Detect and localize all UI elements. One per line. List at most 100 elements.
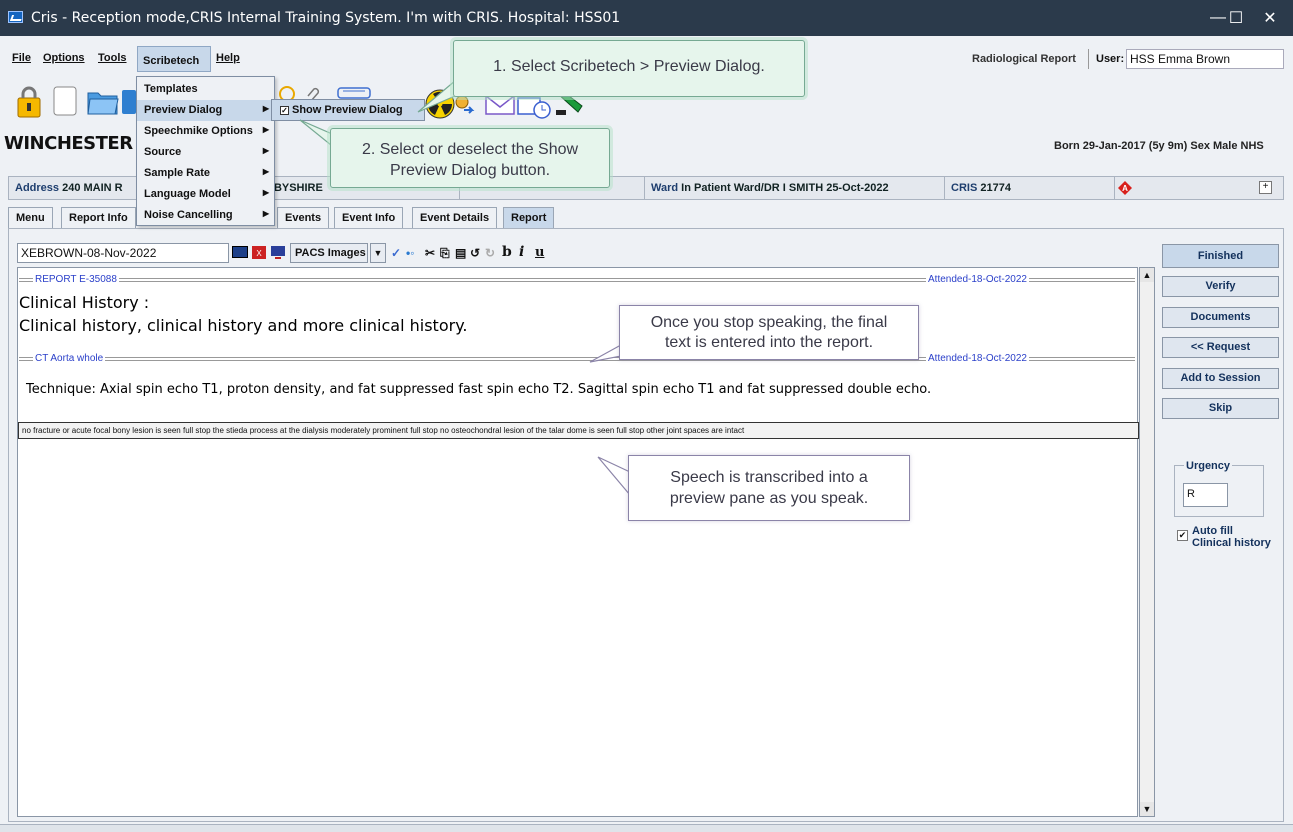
submenu-arrow-icon: ▶ xyxy=(262,209,269,218)
sex-value: Male xyxy=(1213,140,1238,152)
menu-item-sample-rate[interactable]: Sample Rate ▶ xyxy=(137,163,274,184)
tab-report-info[interactable]: Report Info xyxy=(61,207,136,228)
verify-button[interactable]: Verify xyxy=(1162,276,1279,297)
cris-label: CRIS xyxy=(951,182,978,194)
menu-file[interactable]: File xyxy=(12,52,31,64)
submenu-show-preview-dialog[interactable]: ✓ Show Preview Dialog xyxy=(271,99,425,121)
callout-speech-line1: Speech is transcribed into a xyxy=(670,469,868,486)
copy-icon[interactable]: ⎘ xyxy=(440,246,450,261)
monitor-icon[interactable] xyxy=(270,245,286,260)
menu-item-noise-cancelling[interactable]: Noise Cancelling ▶ xyxy=(137,205,274,226)
svg-text:A: A xyxy=(1122,184,1128,193)
documents-button[interactable]: Documents xyxy=(1162,307,1279,328)
tab-event-info[interactable]: Event Info xyxy=(334,207,404,228)
finished-button[interactable]: Finished xyxy=(1162,244,1279,268)
tab-menu[interactable]: Menu xyxy=(8,207,53,228)
callout-final-text: Once you stop speaking, the final text i… xyxy=(619,305,919,360)
ward-cell: Ward In Patient Ward/DR I SMITH 25-Oct-2… xyxy=(645,177,945,199)
tab-event-details[interactable]: Event Details xyxy=(412,207,498,228)
scribetech-menu: Templates Preview Dialog ▶ Speechmike Opt… xyxy=(136,76,275,226)
maximize-button[interactable]: ☐ xyxy=(1225,0,1247,36)
address-value: 240 MAIN R xyxy=(62,182,123,194)
radiation-icon[interactable] xyxy=(424,88,455,119)
underline-icon[interactable]: u xyxy=(535,245,544,260)
menu-item-preview-dialog[interactable]: Preview Dialog ▶ xyxy=(137,100,274,121)
undo-icon[interactable]: ↺ xyxy=(470,246,480,260)
menu-tools[interactable]: Tools xyxy=(98,52,127,64)
vertical-scrollbar[interactable]: ▲ ▼ xyxy=(1139,267,1155,817)
autofill-label-line1: Auto fill xyxy=(1192,525,1233,537)
spellcheck-icon[interactable]: ✓ xyxy=(391,246,401,260)
autofill-label-line2: Clinical history xyxy=(1192,537,1271,549)
callout-step2-line1: 2. Select or deselect the Show xyxy=(361,141,579,158)
ward-label: Ward xyxy=(651,182,679,194)
technique-text: Technique: Axial spin echo T1, proton de… xyxy=(26,382,932,397)
urgency-title: Urgency xyxy=(1184,460,1233,472)
lock-icon[interactable] xyxy=(14,85,44,118)
cris-cell: CRIS 21774 xyxy=(945,177,1115,199)
cut-icon[interactable]: ✂ xyxy=(425,246,435,260)
menu-options[interactable]: Options xyxy=(43,52,85,64)
window-minimize-icon xyxy=(1179,0,1225,36)
scroll-down-icon[interactable]: ▼ xyxy=(1140,802,1154,816)
keyboard-icon[interactable] xyxy=(232,246,248,258)
divider xyxy=(1088,49,1089,69)
autofill-label: Auto fill Clinical history xyxy=(1192,525,1271,549)
redo-icon[interactable]: ↻ xyxy=(485,246,495,260)
pacs-images-button[interactable]: PACS Images xyxy=(290,243,368,263)
clinical-history-text: Clinical history, clinical history and m… xyxy=(19,316,468,335)
submenu-arrow-icon: ▶ xyxy=(262,188,269,197)
section-label: REPORT E-35088 xyxy=(33,274,119,285)
nodes-icon[interactable]: •◦ xyxy=(406,246,414,260)
add-to-session-button[interactable]: Add to Session xyxy=(1162,368,1279,389)
document-id-field[interactable]: XEBROWN-08-Nov-2022 xyxy=(17,243,229,263)
menu-item-language-model[interactable]: Language Model ▶ xyxy=(137,184,274,205)
hospital-name: WINCHESTER xyxy=(4,133,133,154)
section-attended: Attended-18-Oct-2022 xyxy=(926,353,1029,364)
expand-icon[interactable]: + xyxy=(1259,181,1272,194)
patient-demographics: Born 29-Jan-2017 (5y 9m) Sex Male NHS xyxy=(1054,140,1264,152)
request-button[interactable]: << Request xyxy=(1162,337,1279,358)
paste-icon[interactable]: ▤ xyxy=(455,246,466,260)
menu-item-source[interactable]: Source ▶ xyxy=(137,142,274,163)
skip-button[interactable]: Skip xyxy=(1162,398,1279,419)
scroll-up-icon[interactable]: ▲ xyxy=(1140,268,1154,282)
born-label: Born xyxy=(1054,140,1080,152)
close-button[interactable]: ✕ xyxy=(1247,0,1293,36)
born-value: 29-Jan-2017 (5y 9m) xyxy=(1082,140,1188,152)
section-label: CT Aorta whole xyxy=(33,353,106,364)
report-editor[interactable] xyxy=(17,267,1138,817)
nhs-label: NHS xyxy=(1240,140,1264,152)
submenu-arrow-icon: ▶ xyxy=(262,146,269,155)
callout-step1: 1. Select Scribetech > Preview Dialog. xyxy=(453,40,805,97)
user-field[interactable]: HSS Emma Brown xyxy=(1126,49,1284,69)
scheduled-mail-icon[interactable] xyxy=(517,94,551,124)
menu-help[interactable]: Help xyxy=(216,52,240,64)
blank-document-icon[interactable] xyxy=(52,85,82,116)
tab-events[interactable]: Events xyxy=(277,207,330,228)
menu-item-speechmike-options[interactable]: Speechmike Options ▶ xyxy=(137,121,274,142)
bold-icon[interactable]: b xyxy=(502,244,512,260)
callout-speech-line2: preview pane as you speak. xyxy=(669,490,869,507)
alert-cell: A xyxy=(1115,177,1255,199)
pdf-icon[interactable]: X xyxy=(251,245,267,260)
tab-report[interactable]: Report xyxy=(503,207,555,228)
section-attended: Attended-18-Oct-2022 xyxy=(926,274,1029,285)
partial-toolbar-icon[interactable] xyxy=(122,88,136,118)
radiological-report-label: Radiological Report xyxy=(972,53,1076,65)
cris-value: 21774 xyxy=(980,182,1011,194)
user-label: User: xyxy=(1096,53,1125,65)
menu-scribetech[interactable]: Scribetech xyxy=(137,46,211,72)
callout-step2-line2: Preview Dialog button. xyxy=(389,162,551,179)
italic-icon[interactable]: i xyxy=(519,244,524,260)
alert-icon: A xyxy=(1118,181,1132,195)
folder-icon[interactable] xyxy=(86,85,119,115)
chevron-down-icon[interactable]: ▼ xyxy=(370,243,386,263)
urgency-input[interactable]: R xyxy=(1183,483,1228,507)
callout-final-line2: text is entered into the report. xyxy=(664,334,874,351)
autofill-checkbox[interactable]: ✔ xyxy=(1177,530,1188,541)
submenu-arrow-icon: ▶ xyxy=(262,125,269,134)
menu-item-templates[interactable]: Templates xyxy=(137,79,274,100)
sex-label: Sex xyxy=(1190,140,1210,152)
callout-speech-preview: Speech is transcribed into a preview pan… xyxy=(628,455,910,521)
